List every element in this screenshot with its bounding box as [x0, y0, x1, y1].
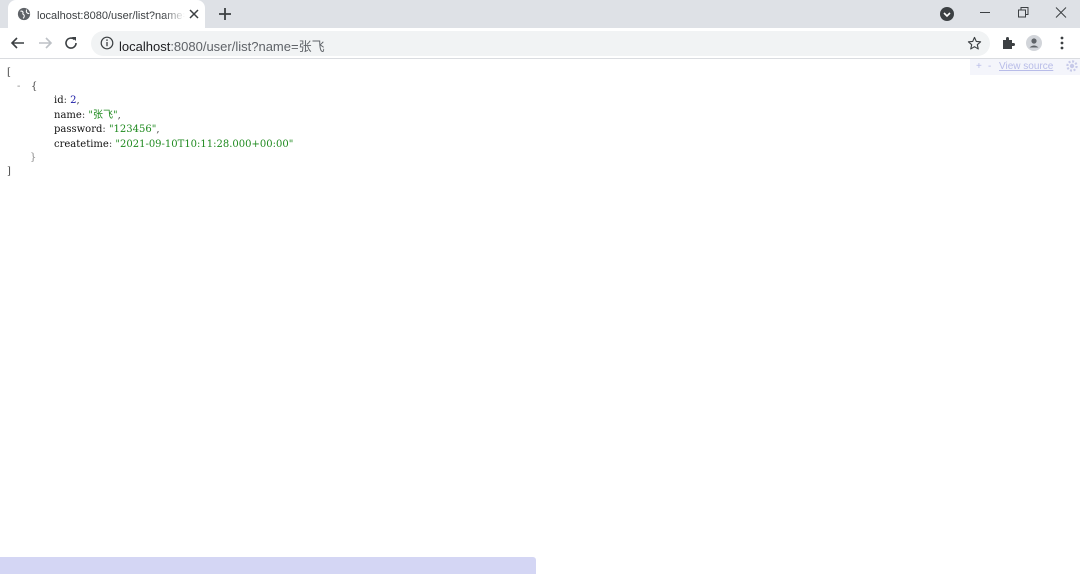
back-icon[interactable]: [10, 35, 26, 51]
minimize-icon[interactable]: [975, 4, 995, 22]
json-field-name: name: "张飞",: [54, 109, 121, 121]
info-icon[interactable]: [100, 36, 114, 50]
close-brace: }: [30, 152, 37, 163]
field-key: name: [54, 109, 82, 121]
globe-icon: [17, 7, 31, 21]
field-value: "2021-09-10T10:11:28.000+00:00": [115, 138, 294, 150]
reload-icon[interactable]: [63, 35, 79, 51]
open-bracket: [: [7, 67, 11, 78]
menu-kebab-icon[interactable]: [1054, 35, 1070, 51]
close-window-icon[interactable]: [1051, 4, 1071, 22]
forward-icon[interactable]: [37, 35, 53, 51]
browser-tab[interactable]: localhost:8080/user/list?name=张飞: [8, 0, 205, 28]
collapse-toggle[interactable]: -: [17, 80, 20, 95]
new-tab-icon[interactable]: [217, 6, 233, 22]
field-key: createtime: [54, 138, 109, 150]
close-tab-icon[interactable]: [186, 6, 202, 22]
close-bracket: ]: [7, 166, 11, 177]
url-path: :8080/user/list?name=张飞: [170, 39, 325, 54]
restore-icon[interactable]: [1013, 4, 1033, 22]
json-field-id: id: 2,: [54, 95, 80, 106]
bookmark-star-icon[interactable]: [967, 36, 982, 51]
toolbar: localhost:8080/user/list?name=张飞: [0, 28, 1080, 59]
profile-avatar-icon[interactable]: [1026, 35, 1042, 51]
field-value: "123456": [108, 124, 157, 135]
tab-title: localhost:8080/user/list?name=张飞: [37, 10, 185, 22]
tab-search-icon[interactable]: [939, 6, 955, 22]
json-field-createtime: createtime: "2021-09-10T10:11:28.000+00:…: [54, 138, 294, 150]
address-bar[interactable]: localhost:8080/user/list?name=张飞: [91, 31, 990, 56]
gear-icon[interactable]: [1066, 60, 1078, 72]
view-source-link[interactable]: View source: [999, 61, 1053, 72]
json-field-password: password: "123456",: [54, 124, 160, 135]
field-key: id: [54, 95, 64, 106]
field-key: password: [54, 124, 103, 135]
open-brace: {: [31, 81, 38, 92]
collapse-all-button[interactable]: -: [988, 61, 991, 72]
view-source-bar: + - View source: [970, 59, 1080, 75]
url-text: localhost:8080/user/list?name=张飞: [119, 36, 325, 55]
horizontal-scrollbar[interactable]: [0, 557, 536, 574]
tab-strip: localhost:8080/user/list?name=张飞: [0, 0, 1080, 28]
expand-all-button[interactable]: +: [976, 61, 982, 72]
extensions-puzzle-icon[interactable]: [1000, 35, 1016, 51]
field-value: "张飞": [88, 109, 118, 121]
url-host: localhost: [119, 39, 171, 54]
